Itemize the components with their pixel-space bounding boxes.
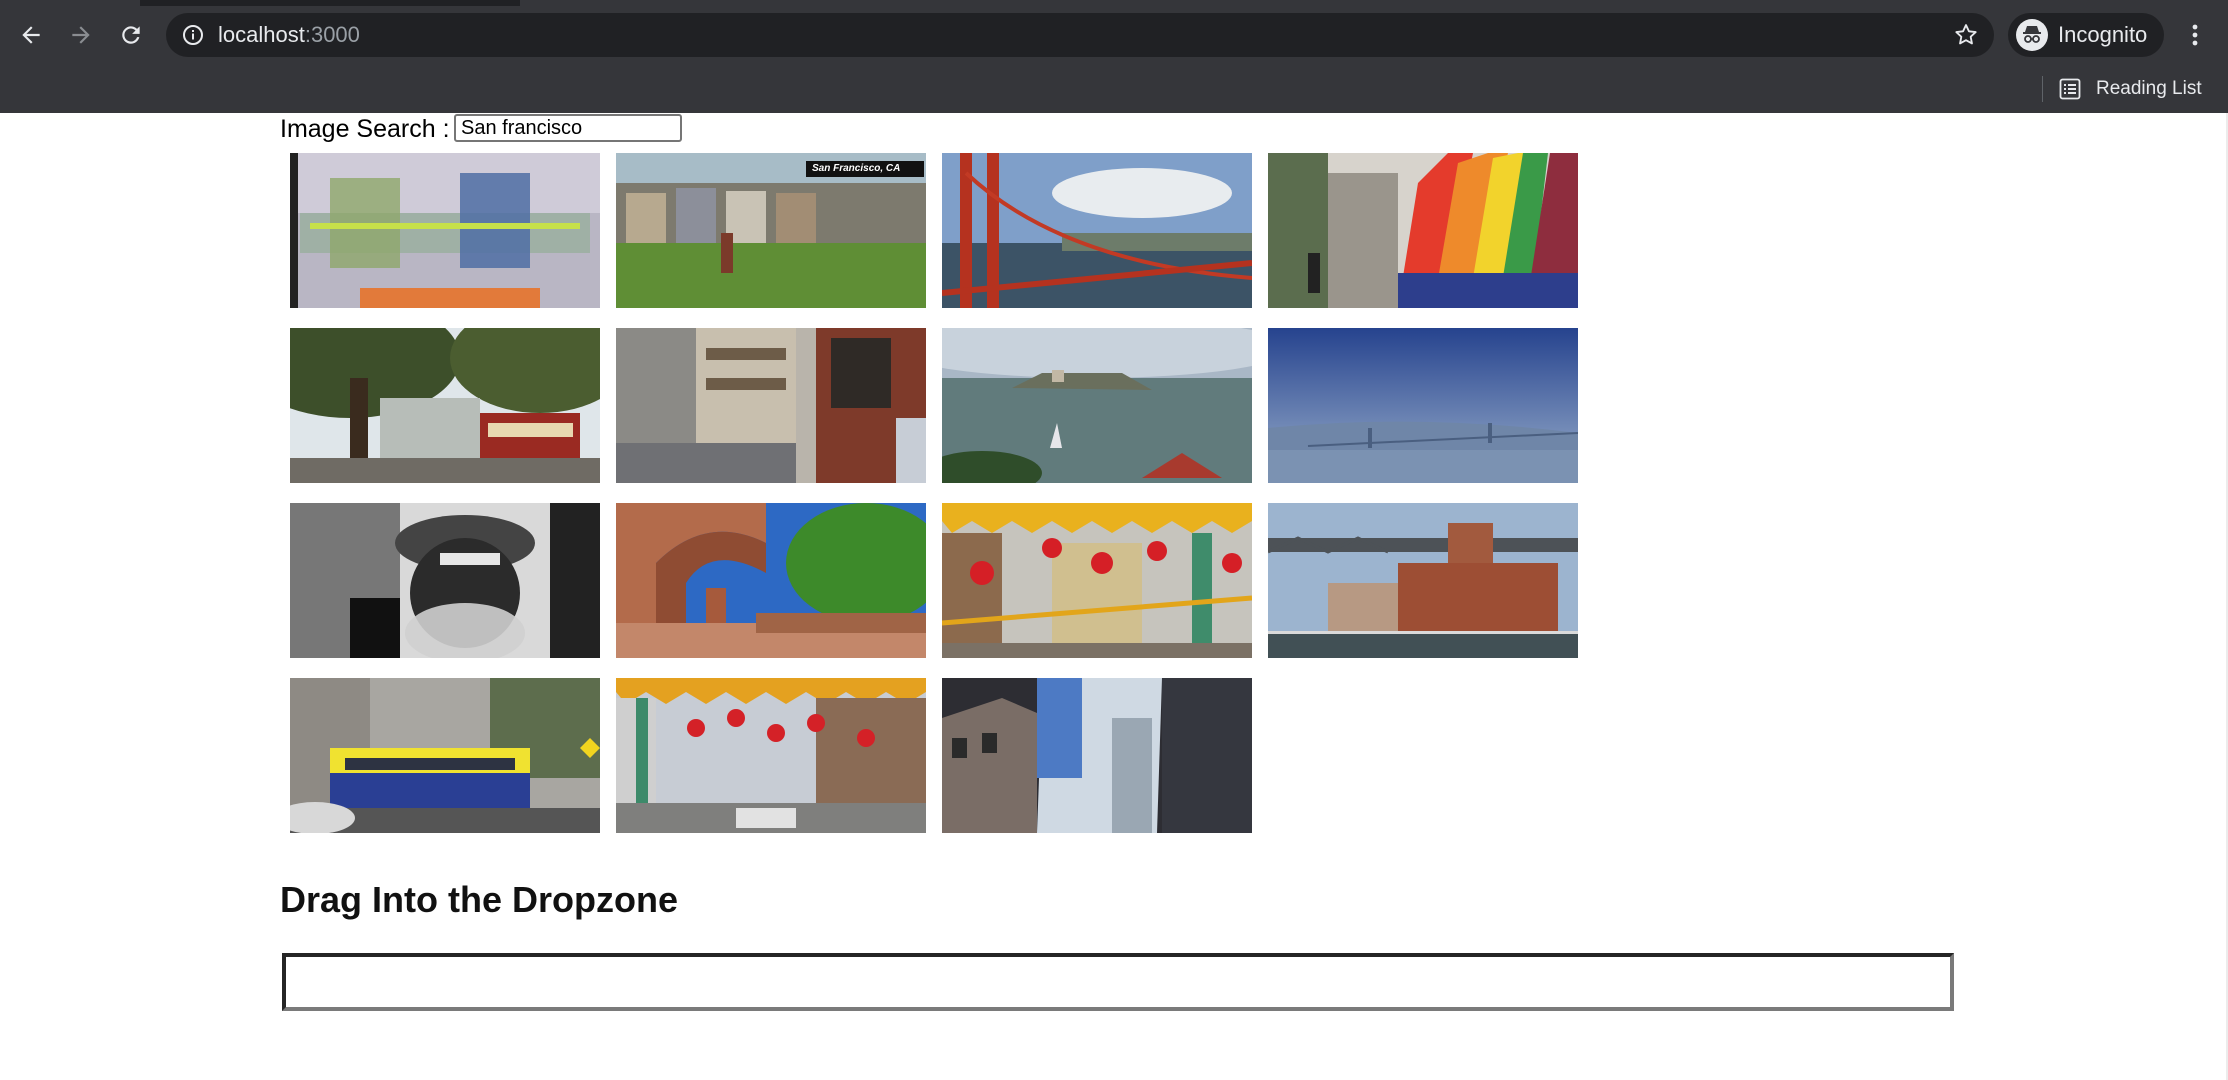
result-image-14[interactable] <box>616 678 926 833</box>
url-text[interactable]: localhost:3000 <box>218 22 360 48</box>
back-arrow-icon[interactable] <box>16 20 46 50</box>
forward-arrow-icon[interactable] <box>66 20 96 50</box>
result-image-3[interactable] <box>942 153 1252 308</box>
result-image-11[interactable] <box>942 503 1252 658</box>
result-image-13[interactable] <box>290 678 600 833</box>
reading-list-button[interactable]: Reading List <box>2096 77 2202 101</box>
kebab-menu-icon[interactable] <box>2180 20 2210 50</box>
info-icon[interactable] <box>182 24 204 46</box>
incognito-icon <box>2016 19 2048 51</box>
result-image-15[interactable] <box>942 678 1252 833</box>
result-image-2[interactable]: San Francisco, CA <box>616 153 926 308</box>
result-image-9[interactable] <box>290 503 600 658</box>
search-label: Image Search : <box>280 115 450 143</box>
reload-icon[interactable] <box>116 20 146 50</box>
result-image-6[interactable] <box>616 328 926 483</box>
dropzone-heading: Drag Into the Dropzone <box>280 879 678 920</box>
result-image-7[interactable] <box>942 328 1252 483</box>
result-image-12[interactable] <box>1268 503 1578 658</box>
result-image-4[interactable] <box>1268 153 1578 308</box>
result-image-10[interactable] <box>616 503 926 658</box>
url-host: localhost <box>218 22 305 47</box>
star-icon[interactable] <box>1952 21 1980 49</box>
result-image-8[interactable] <box>1268 328 1578 483</box>
dropzone[interactable] <box>282 953 1954 1011</box>
reading-list-icon[interactable] <box>2058 77 2082 101</box>
profile-label: Incognito <box>2058 22 2148 47</box>
search-input[interactable] <box>454 114 682 142</box>
browser-toolbar: localhost:3000 Incognito <box>0 6 2228 64</box>
result-image-5[interactable] <box>290 328 600 483</box>
bookmarks-divider <box>2042 76 2043 102</box>
profile-button[interactable]: Incognito <box>2008 13 2164 57</box>
result-image-1[interactable] <box>290 153 600 308</box>
url-port: :3000 <box>304 22 360 47</box>
result-image-caption: San Francisco, CA <box>812 163 901 174</box>
bookmarks-bar: Reading List <box>0 64 2228 113</box>
address-bar[interactable]: localhost:3000 <box>166 13 1994 57</box>
